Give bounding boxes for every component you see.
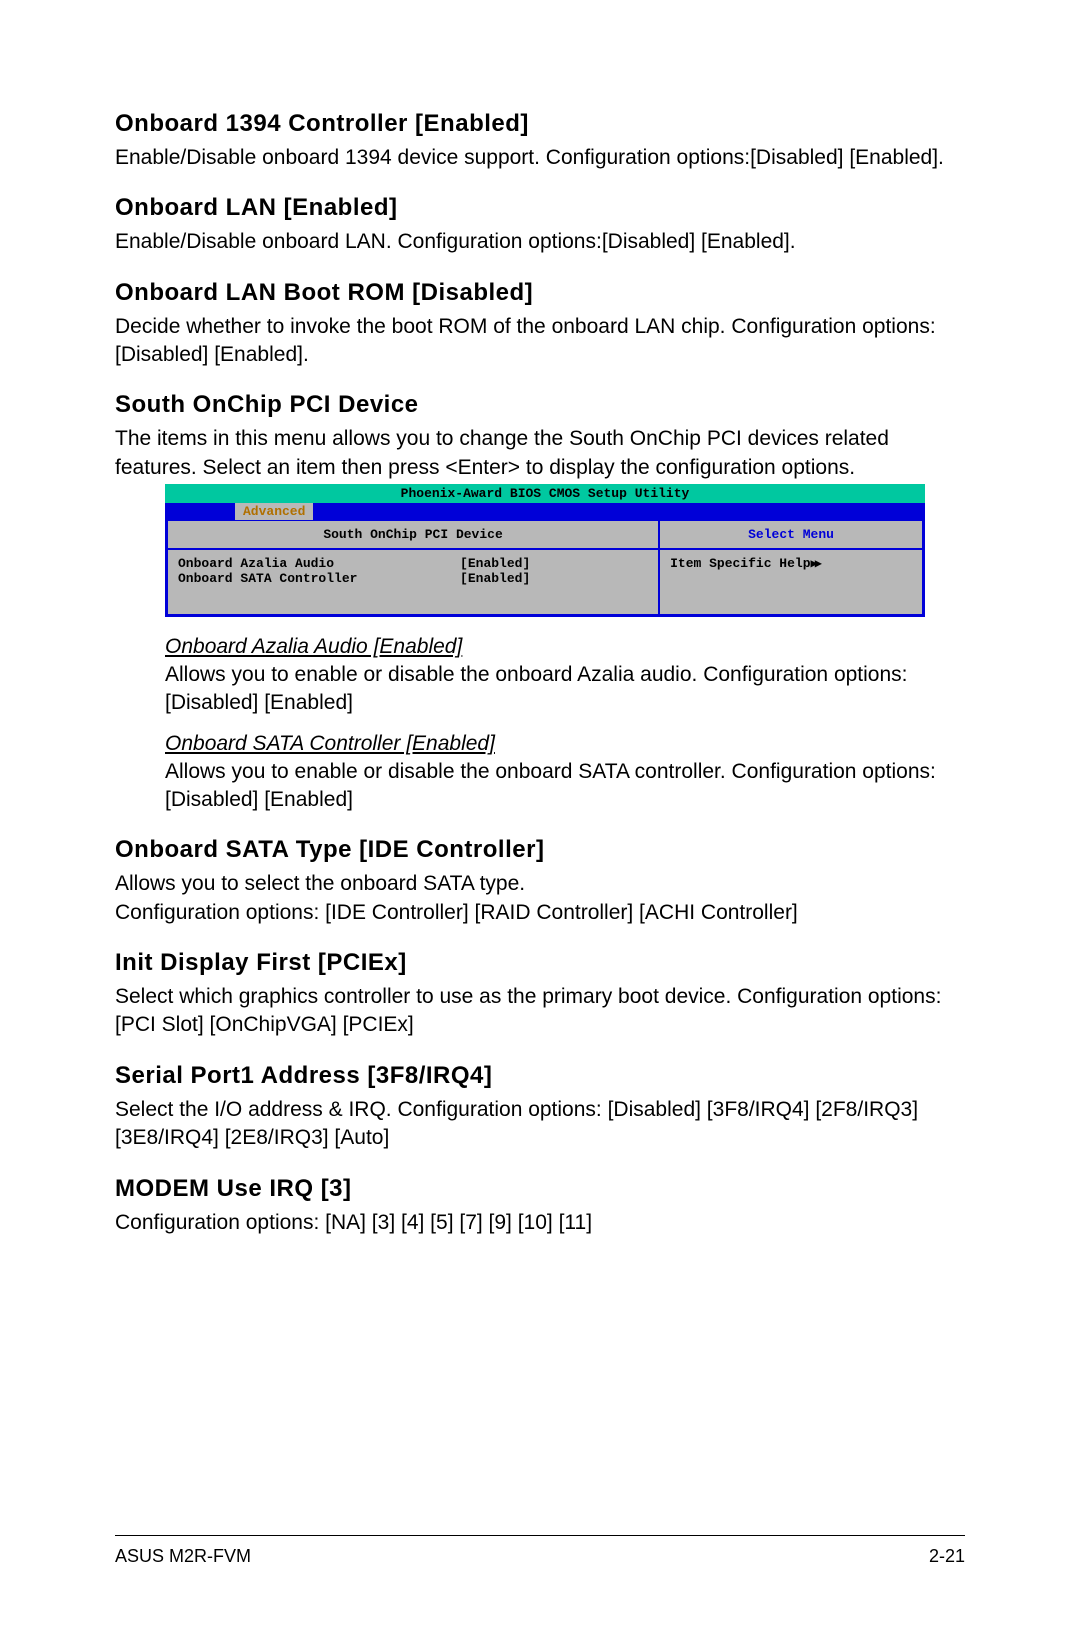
body-init-display: Select which graphics controller to use …	[115, 983, 965, 1040]
bios-title: Phoenix-Award BIOS CMOS Setup Utility	[165, 484, 925, 503]
double-arrow-icon: ▶▶	[811, 556, 819, 571]
bios-tab-advanced: Advanced	[235, 503, 313, 520]
body-onboard-1394: Enable/Disable onboard 1394 device suppo…	[115, 144, 965, 172]
heading-sata-type: Onboard SATA Type [IDE Controller]	[115, 836, 965, 864]
bios-screenshot: Phoenix-Award BIOS CMOS Setup Utility Ad…	[165, 484, 925, 617]
bios-help-label: Item Specific Help	[670, 556, 810, 571]
heading-serial-port1: Serial Port1 Address [3F8/IRQ4]	[115, 1062, 965, 1090]
footer-model: ASUS M2R-FVM	[115, 1546, 251, 1567]
body-onboard-lan-boot-rom: Decide whether to invoke the boot ROM of…	[115, 313, 965, 370]
body-south-onchip: The items in this menu allows you to cha…	[115, 425, 965, 482]
heading-onboard-1394: Onboard 1394 Controller [Enabled]	[115, 110, 965, 138]
body-modem-irq: Configuration options: [NA] [3] [4] [5] …	[115, 1209, 965, 1237]
heading-onboard-lan: Onboard LAN [Enabled]	[115, 194, 965, 222]
bios-right-header: Select Menu	[660, 521, 922, 550]
bios-menubar: Advanced	[165, 503, 925, 521]
subbody-sata-controller: Allows you to enable or disable the onbo…	[115, 758, 965, 815]
subheading-azalia: Onboard Azalia Audio [Enabled]	[115, 635, 965, 659]
subbody-azalia: Allows you to enable or disable the onbo…	[115, 661, 965, 718]
bios-row-key: Onboard SATA Controller	[178, 571, 460, 586]
bios-row: Onboard SATA Controller [Enabled]	[178, 571, 648, 586]
heading-modem-irq: MODEM Use IRQ [3]	[115, 1175, 965, 1203]
page-footer: ASUS M2R-FVM 2-21	[115, 1535, 965, 1567]
bios-row-value: [Enabled]	[460, 571, 648, 586]
heading-init-display: Init Display First [PCIEx]	[115, 949, 965, 977]
bios-row-key: Onboard Azalia Audio	[178, 556, 460, 571]
body-serial-port1: Select the I/O address & IRQ. Configurat…	[115, 1096, 965, 1153]
body-onboard-lan: Enable/Disable onboard LAN. Configuratio…	[115, 228, 965, 256]
footer-page-number: 2-21	[929, 1546, 965, 1567]
body-sata-type: Allows you to select the onboard SATA ty…	[115, 870, 965, 927]
bios-row: Onboard Azalia Audio [Enabled]	[178, 556, 648, 571]
subheading-sata-controller: Onboard SATA Controller [Enabled]	[115, 732, 965, 756]
bios-left-header: South OnChip PCI Device	[168, 521, 658, 550]
heading-onboard-lan-boot-rom: Onboard LAN Boot ROM [Disabled]	[115, 279, 965, 307]
heading-south-onchip: South OnChip PCI Device	[115, 391, 965, 419]
bios-row-value: [Enabled]	[460, 556, 648, 571]
